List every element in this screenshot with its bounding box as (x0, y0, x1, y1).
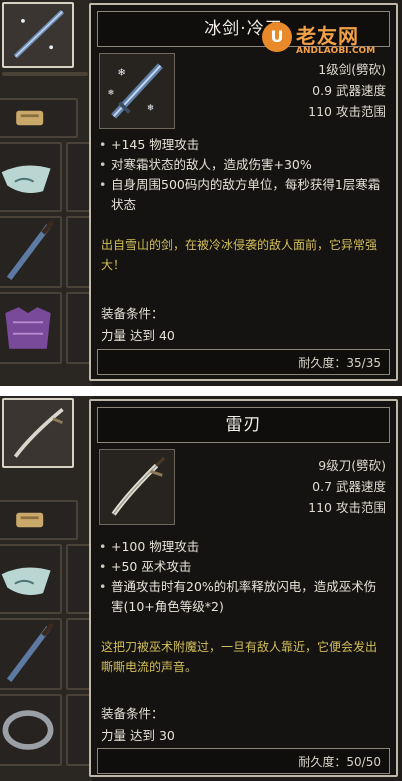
scroll-icon (16, 110, 44, 126)
inventory-slot-scroll[interactable] (0, 98, 78, 138)
weapon-speed: 0.9 武器速度 (312, 83, 386, 98)
inventory-slot-cloth[interactable] (0, 142, 62, 212)
item-portrait (99, 449, 175, 525)
durability-bar: 耐久度：35/35 (97, 349, 390, 375)
attack-range: 110 攻击范围 (308, 104, 386, 119)
requirement-heading: 装备条件： (101, 306, 164, 321)
item-portrait: ❄ ❄ ❄ (99, 53, 175, 129)
blade-icon (6, 622, 55, 683)
ice-sword-icon (13, 9, 65, 59)
cloth-icon (1, 567, 51, 595)
inventory-slot-armor[interactable] (0, 292, 62, 364)
ring-icon (2, 710, 54, 750)
inventory-strip (0, 0, 92, 386)
item-name: 雷刃 (97, 407, 390, 443)
item-stats: 9级刀(劈砍) 0.7 武器速度 110 攻击范围 (308, 455, 386, 518)
item-name: 冰剑·冷王 (97, 11, 390, 47)
affix-line: +145 物理攻击 (99, 135, 386, 155)
affix-line: +50 巫术攻击 (99, 557, 386, 577)
durability-bar: 耐久度：50/50 (97, 748, 390, 774)
item-tooltip-panel-thunder-blade: 雷刃 9级刀(劈砍) 0.7 武器速度 110 攻击范围 +100 物理攻击 +… (0, 396, 402, 781)
requirement-value: 力量 达到 40 (101, 328, 175, 343)
inventory-strip (0, 396, 92, 781)
item-type: 9级刀(劈砍) (318, 458, 386, 473)
inventory-slot-scroll[interactable] (0, 500, 78, 540)
weapon-speed: 0.7 武器速度 (312, 479, 386, 494)
ice-sword-icon: ❄ ❄ ❄ (108, 63, 163, 119)
affix-line: 自身周围500码内的敌方单位，每秒获得1层寒霜状态 (99, 175, 386, 215)
item-tooltip-card: 雷刃 9级刀(劈砍) 0.7 武器速度 110 攻击范围 +100 物理攻击 +… (89, 399, 398, 777)
inventory-slot-ring[interactable] (0, 694, 62, 766)
inventory-slot-blade[interactable] (0, 216, 62, 288)
requirement-value: 力量 达到 30 (101, 728, 175, 743)
item-stats: 1级剑(劈砍) 0.9 武器速度 110 攻击范围 (308, 59, 386, 122)
item-tooltip-panel-ice-sword: 冰剑·冷王 ❄ ❄ ❄ 1级剑(劈砍) 0.9 武器速度 110 攻击范围 +1… (0, 0, 402, 386)
flavor-text: 这把刀被巫术附魔过，一旦有敌人靠近，它便会发出嘶嘶电流的声音。 (101, 640, 378, 674)
inventory-divider (2, 72, 88, 76)
svg-text:❄: ❄ (108, 88, 115, 97)
affix-line: 普通攻击时有20%的机率释放闪电，造成巫术伤害(10+角色等级*2) (99, 577, 386, 617)
svg-text:❄: ❄ (118, 67, 126, 78)
requirement-heading: 装备条件： (101, 706, 164, 721)
scroll-icon (16, 512, 44, 528)
affix-list: +100 物理攻击 +50 巫术攻击 普通攻击时有20%的机率释放闪电，造成巫术… (99, 537, 386, 617)
item-tooltip-card: 冰剑·冷王 ❄ ❄ ❄ 1级剑(劈砍) 0.9 武器速度 110 攻击范围 +1… (89, 3, 398, 381)
durability-text: 耐久度：35/35 (298, 356, 381, 370)
affix-line: 对寒霜状态的敌人，造成伤害+30% (99, 155, 386, 175)
inventory-slot-blade[interactable] (0, 618, 62, 690)
inventory-slot-selected-sword[interactable] (2, 2, 74, 68)
cloth-icon (1, 165, 51, 193)
purple-armor-icon (5, 307, 51, 349)
blade-icon (6, 220, 55, 281)
attack-range: 110 攻击范围 (308, 500, 386, 515)
flavor-text: 出自雪山的剑，在被冷冰侵袭的敌人面前，它异常强大！ (101, 238, 378, 272)
svg-text:❄: ❄ (147, 103, 154, 113)
inventory-slot-cloth[interactable] (0, 544, 62, 614)
inventory-slot-selected-blade[interactable] (2, 398, 74, 468)
affix-list: +145 物理攻击 对寒霜状态的敌人，造成伤害+30% 自身周围500码内的敌方… (99, 135, 386, 215)
item-type: 1级剑(劈砍) (318, 62, 386, 77)
affix-line: +100 物理攻击 (99, 537, 386, 557)
curved-blade-icon (111, 456, 166, 516)
curved-blade-icon (13, 407, 64, 458)
durability-text: 耐久度：50/50 (298, 755, 381, 769)
